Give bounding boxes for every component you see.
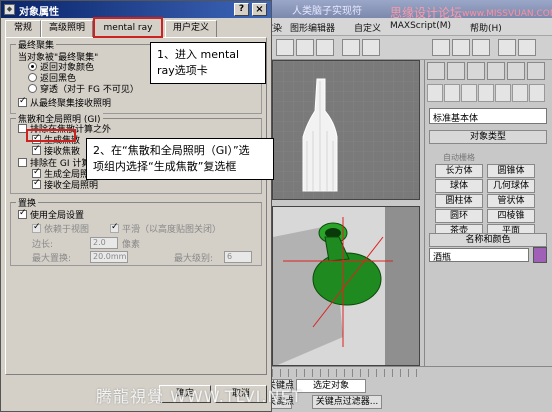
- tab-mental-ray[interactable]: mental ray: [93, 17, 163, 38]
- cameras-icon[interactable]: [478, 84, 494, 102]
- torus-button[interactable]: 圆环: [435, 209, 483, 223]
- fg-option-label: 穿透（对于 FG 不可见）: [40, 85, 139, 95]
- app-title: 人类脑子实现符: [292, 6, 362, 17]
- command-panel: 标准基本体 对象类型 自动栅格 长方体 圆锥体 球体 几何球体 圆柱体 管状体 …: [424, 60, 552, 412]
- selection-set-dropdown[interactable]: 选定对象: [296, 379, 366, 393]
- dialog-app-icon: ◆: [4, 4, 15, 15]
- receive-gi-checkbox[interactable]: [32, 178, 41, 189]
- receive-fg-checkbox[interactable]: [18, 96, 27, 107]
- cylinder-button[interactable]: 圆柱体: [435, 194, 483, 208]
- toolbar-button[interactable]: [296, 39, 314, 56]
- key-filters-button[interactable]: 关键点过滤器...: [312, 395, 382, 409]
- motion-tab[interactable]: [487, 62, 505, 80]
- create-category-icons: [427, 84, 551, 106]
- max-level-spinner[interactable]: 6: [224, 251, 252, 263]
- toolbar-button[interactable]: [498, 39, 516, 56]
- edge-length-spinner[interactable]: 2.0: [90, 237, 118, 249]
- utilities-tab[interactable]: [527, 62, 545, 80]
- dialog-title: 对象属性: [19, 7, 59, 18]
- hierarchy-tab[interactable]: [467, 62, 485, 80]
- toolbar-button[interactable]: [362, 39, 380, 56]
- watermark-bottom: 腾龍視覺 WWW.TLVI.NET: [96, 387, 303, 406]
- generate-gi-checkbox[interactable]: [32, 167, 41, 178]
- smoothing-checkbox[interactable]: [110, 222, 119, 233]
- object-color-swatch[interactable]: [533, 247, 547, 263]
- app-menubar: 渲染 图形编辑器 自定义 MAXScript(M) 帮助(H): [262, 18, 552, 36]
- tab-user-defined[interactable]: 用户定义: [165, 20, 217, 37]
- command-panel-tabs: [427, 62, 551, 80]
- view-dependent-label: 依赖于视图: [44, 225, 90, 235]
- max-displace-spinner[interactable]: 20.0mm: [90, 251, 128, 263]
- exclude-gi-checkbox[interactable]: [18, 158, 27, 167]
- sphere-button[interactable]: 球体: [435, 179, 483, 193]
- callout-step2-line2: 项组内选择“生成焦散”复选框: [93, 160, 237, 173]
- helpers-icon[interactable]: [495, 84, 511, 102]
- toolbar-button[interactable]: [316, 39, 334, 56]
- toolbar-button[interactable]: [342, 39, 360, 56]
- shapes-icon[interactable]: [444, 84, 460, 102]
- toolbar-button[interactable]: [472, 39, 490, 56]
- toolbar-button[interactable]: [518, 39, 536, 56]
- callout-step2-line1: 2、在“焦散和全局照明（GI）”选: [93, 144, 250, 157]
- status-bar: 关键点 选定对象 关键点 关键点过滤器...: [262, 366, 552, 412]
- category-dropdown[interactable]: 标准基本体: [429, 108, 547, 124]
- view-dependent-checkbox[interactable]: [32, 222, 41, 233]
- display-tab[interactable]: [507, 62, 525, 80]
- use-global-settings-label: 使用全局设置: [30, 211, 85, 221]
- viewport-front[interactable]: [272, 60, 420, 200]
- object-type-rollout[interactable]: 对象类型: [429, 130, 547, 144]
- box-button[interactable]: 长方体: [435, 164, 483, 178]
- radio-return-black[interactable]: [28, 73, 37, 82]
- toolbar-button[interactable]: [432, 39, 450, 56]
- callout-step2: 2、在“焦散和全局照明（GI）”选 项组内选择“生成焦散”复选框: [86, 138, 274, 180]
- lights-icon[interactable]: [461, 84, 477, 102]
- callout-step1: 1、进入 mental ray选项卡: [150, 42, 266, 84]
- receive-fg-label: 从最终聚集接收照明: [30, 99, 112, 109]
- spacewarps-icon[interactable]: [512, 84, 528, 102]
- main-toolbar: [262, 36, 552, 60]
- tab-advanced-lighting[interactable]: 高级照明: [41, 20, 93, 37]
- cone-button[interactable]: 圆锥体: [487, 164, 535, 178]
- create-tab[interactable]: [427, 62, 445, 80]
- geosphere-button[interactable]: 几何球体: [487, 179, 535, 193]
- radio-pass-through[interactable]: [28, 84, 37, 93]
- smoothing-label: 平滑（以高度贴图关闭）: [122, 225, 222, 235]
- timeline-ruler[interactable]: [272, 369, 422, 377]
- help-button[interactable]: ?: [234, 3, 249, 16]
- radio-return-object-color[interactable]: [28, 62, 37, 71]
- toolbar-button[interactable]: [452, 39, 470, 56]
- close-button[interactable]: ×: [252, 3, 267, 16]
- dialog-titlebar: ◆ 对象属性 ? ×: [1, 1, 271, 18]
- edge-length-unit: 像素: [122, 240, 141, 250]
- systems-icon[interactable]: [529, 84, 545, 102]
- name-color-rollout[interactable]: 名称和颜色: [429, 233, 547, 247]
- pyramid-button[interactable]: 四棱锥: [487, 209, 535, 223]
- menu-customize[interactable]: 自定义: [354, 21, 381, 34]
- tube-button[interactable]: 管状体: [487, 194, 535, 208]
- tab-general[interactable]: 常规: [5, 20, 41, 37]
- toolbar-button[interactable]: [276, 39, 294, 56]
- use-global-settings-checkbox[interactable]: [18, 208, 27, 219]
- callout-step1-text: 1、进入 mental ray选项卡: [157, 48, 240, 77]
- max-level-label: 最大级别:: [174, 254, 214, 264]
- edge-length-label: 边长:: [32, 240, 54, 250]
- modify-tab[interactable]: [447, 62, 465, 80]
- viewport-perspective[interactable]: [272, 206, 420, 366]
- mental-ray-tab-page: 最终聚集 当对象被"最终聚集" 返回对象颜色 返回黑色 穿透（对于 FG 不可见…: [5, 37, 267, 375]
- generate-caustics-highlight: [26, 129, 76, 142]
- geometry-icon[interactable]: [427, 84, 443, 102]
- max-displace-label: 最大置换:: [32, 254, 72, 264]
- menu-graph-editors[interactable]: 图形编辑器: [290, 21, 335, 34]
- autogrid-checkbox[interactable]: 自动栅格: [443, 152, 475, 163]
- receive-caustics-checkbox[interactable]: [32, 144, 41, 155]
- menu-maxscript[interactable]: MAXScript(M): [390, 21, 451, 31]
- bottle-render: [273, 217, 393, 365]
- bottle-wireframe: [273, 61, 419, 199]
- object-name-field[interactable]: 酒瓶: [429, 248, 529, 263]
- menu-help[interactable]: 帮助(H): [470, 21, 502, 34]
